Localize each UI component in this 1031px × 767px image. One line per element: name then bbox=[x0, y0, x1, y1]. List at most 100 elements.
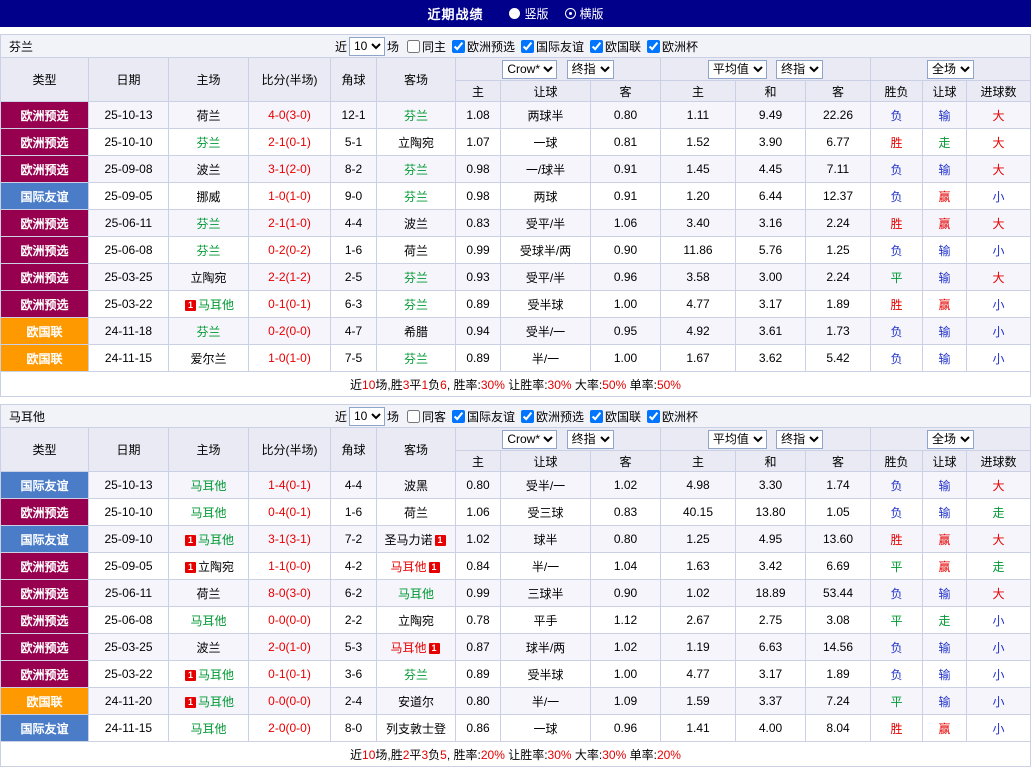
filter-checkbox-league[interactable]: 国际友谊 bbox=[521, 38, 584, 55]
summary-segment: 让胜率: bbox=[504, 747, 548, 762]
summary-segment: , 胜率: bbox=[446, 747, 481, 762]
home-team-name: 立陶宛 bbox=[197, 559, 234, 574]
odds-handicap: 一球 bbox=[500, 714, 591, 742]
summary-segment: 负 bbox=[428, 377, 441, 392]
avg-away: 1.25 bbox=[805, 236, 871, 264]
average-type-select[interactable]: 终指 bbox=[776, 59, 824, 79]
summary-segment: 10 bbox=[362, 377, 376, 392]
away-team-name: 立陶宛 bbox=[397, 135, 434, 150]
radio-icon bbox=[564, 8, 576, 19]
avg-home: 11.86 bbox=[660, 236, 736, 264]
scope-select[interactable]: 全场 bbox=[927, 59, 974, 79]
avg-home: 4.77 bbox=[660, 290, 736, 318]
filter-checkbox-league[interactable]: 国际友谊 bbox=[452, 408, 515, 425]
odds-type-select[interactable]: 终指 bbox=[566, 59, 614, 79]
result-goals: 小 bbox=[965, 182, 1031, 210]
filter-checkbox-league[interactable]: 欧洲预选 bbox=[521, 408, 584, 425]
odds-provider-select[interactable]: Crow* bbox=[502, 429, 558, 449]
match-score: 0-4(0-1) bbox=[248, 498, 331, 526]
scope-select[interactable]: 全场 bbox=[927, 429, 974, 449]
col-header-home: 主场 bbox=[168, 427, 249, 472]
filter-checkbox-league[interactable]: 欧洲预选 bbox=[452, 38, 515, 55]
odds-away: 1.12 bbox=[590, 606, 661, 634]
col-header-odds-home: 主 bbox=[455, 450, 501, 472]
filter-checkbox-same-venue[interactable]: 同客 bbox=[406, 408, 446, 425]
filter-checkbox-same-venue[interactable]: 同主 bbox=[406, 38, 446, 55]
odds-handicap: 一/球半 bbox=[500, 155, 591, 183]
filter-checkbox-league[interactable]: 欧国联 bbox=[590, 408, 641, 425]
summary-segment: 30% bbox=[547, 747, 572, 762]
match-score: 2-1(0-1) bbox=[248, 128, 331, 156]
match-date: 25-10-13 bbox=[88, 101, 169, 129]
col-header-home: 主场 bbox=[168, 57, 249, 102]
avg-away: 1.74 bbox=[805, 471, 871, 499]
home-team-name: 芬兰 bbox=[196, 324, 221, 339]
red-card-badge: 1 bbox=[184, 696, 196, 708]
odds-away: 1.00 bbox=[590, 660, 661, 688]
average-type-select[interactable]: 终指 bbox=[776, 429, 824, 449]
col-header-avg-draw: 和 bbox=[735, 80, 806, 102]
filter-checkbox-input[interactable] bbox=[590, 409, 604, 423]
filter-checkbox-input[interactable] bbox=[452, 409, 465, 423]
away-team: 芬兰 bbox=[376, 263, 456, 291]
avg-home: 4.92 bbox=[660, 317, 736, 345]
avg-home: 1.25 bbox=[660, 525, 736, 553]
home-team-name: 爱尔兰 bbox=[190, 351, 227, 366]
filter-near-label: 近 bbox=[334, 39, 347, 54]
result-outcome: 负 bbox=[870, 101, 923, 129]
match-score: 0-0(0-0) bbox=[248, 687, 331, 715]
recent-results-table: 马耳他 近 10 场 同客 国际友谊 欧洲预选 欧国联 欧洲杯 类型 日期 主场… bbox=[0, 404, 1031, 767]
filter-checkbox-league[interactable]: 欧国联 bbox=[590, 38, 641, 55]
checkbox-label: 国际友谊 bbox=[536, 39, 585, 54]
filter-checkbox-input[interactable] bbox=[521, 39, 535, 53]
col-header-odds-line: 让球 bbox=[500, 450, 591, 472]
filter-checkbox-input[interactable] bbox=[406, 39, 420, 53]
match-row: 欧洲预选 25-03-25 波兰 2-0(1-0) 5-3 马耳他 1 0.87 球半/两 1.0… bbox=[0, 633, 1031, 661]
filter-checkbox-league[interactable]: 欧洲杯 bbox=[647, 38, 698, 55]
col-header-odds-away: 客 bbox=[590, 450, 661, 472]
avg-home: 3.40 bbox=[660, 209, 736, 237]
result-outcome: 平 bbox=[870, 552, 923, 580]
radio-label: 竖版 bbox=[524, 7, 549, 21]
home-team: 马耳他 bbox=[168, 606, 249, 634]
corner-score: 5-3 bbox=[330, 633, 377, 661]
odds-away: 0.81 bbox=[590, 128, 661, 156]
summary-segment: 2 bbox=[402, 747, 410, 762]
average-select[interactable]: 平均值 bbox=[707, 429, 767, 449]
home-team: 1 马耳他 bbox=[168, 687, 249, 715]
filter-checkbox-input[interactable] bbox=[647, 39, 661, 53]
odds-home: 0.80 bbox=[455, 687, 501, 715]
away-team: 波黑 bbox=[376, 471, 456, 499]
summary-segment: 30% bbox=[602, 747, 627, 762]
avg-away: 1.05 bbox=[805, 498, 871, 526]
away-team: 芬兰 bbox=[376, 290, 456, 318]
odds-handicap: 受三球 bbox=[500, 498, 591, 526]
odds-away: 0.80 bbox=[590, 525, 661, 553]
odds-handicap: 受平/半 bbox=[500, 209, 591, 237]
match-count-select[interactable]: 10 bbox=[348, 406, 385, 426]
avg-draw: 13.80 bbox=[735, 498, 806, 526]
layout-option-vertical[interactable]: 竖版 bbox=[509, 5, 549, 22]
summary-segment: 大率: bbox=[571, 747, 603, 762]
avg-home: 2.67 bbox=[660, 606, 736, 634]
avg-draw: 3.17 bbox=[735, 660, 806, 688]
home-team-name: 荷兰 bbox=[196, 108, 221, 123]
filter-checkbox-input[interactable] bbox=[521, 409, 535, 423]
result-outcome: 胜 bbox=[870, 128, 923, 156]
filter-checkbox-input[interactable] bbox=[647, 409, 661, 423]
checkbox-label: 欧洲预选 bbox=[467, 39, 516, 54]
average-select[interactable]: 平均值 bbox=[707, 59, 767, 79]
result-outcome: 负 bbox=[870, 579, 923, 607]
filter-checkbox-input[interactable] bbox=[452, 39, 465, 53]
away-team: 马耳他 1 bbox=[376, 633, 456, 661]
odds-type-select[interactable]: 终指 bbox=[566, 429, 614, 449]
layout-option-horizontal[interactable]: 横版 bbox=[564, 5, 604, 22]
filter-checkbox-league[interactable]: 欧洲杯 bbox=[647, 408, 698, 425]
filter-checkbox-input[interactable] bbox=[406, 409, 420, 423]
result-handicap: 赢 bbox=[922, 552, 967, 580]
col-header-away: 客场 bbox=[376, 57, 456, 102]
odds-provider-select[interactable]: Crow* bbox=[502, 59, 558, 79]
match-count-select[interactable]: 10 bbox=[348, 36, 385, 56]
filter-checkbox-input[interactable] bbox=[590, 39, 604, 53]
odds-away: 1.02 bbox=[590, 471, 661, 499]
